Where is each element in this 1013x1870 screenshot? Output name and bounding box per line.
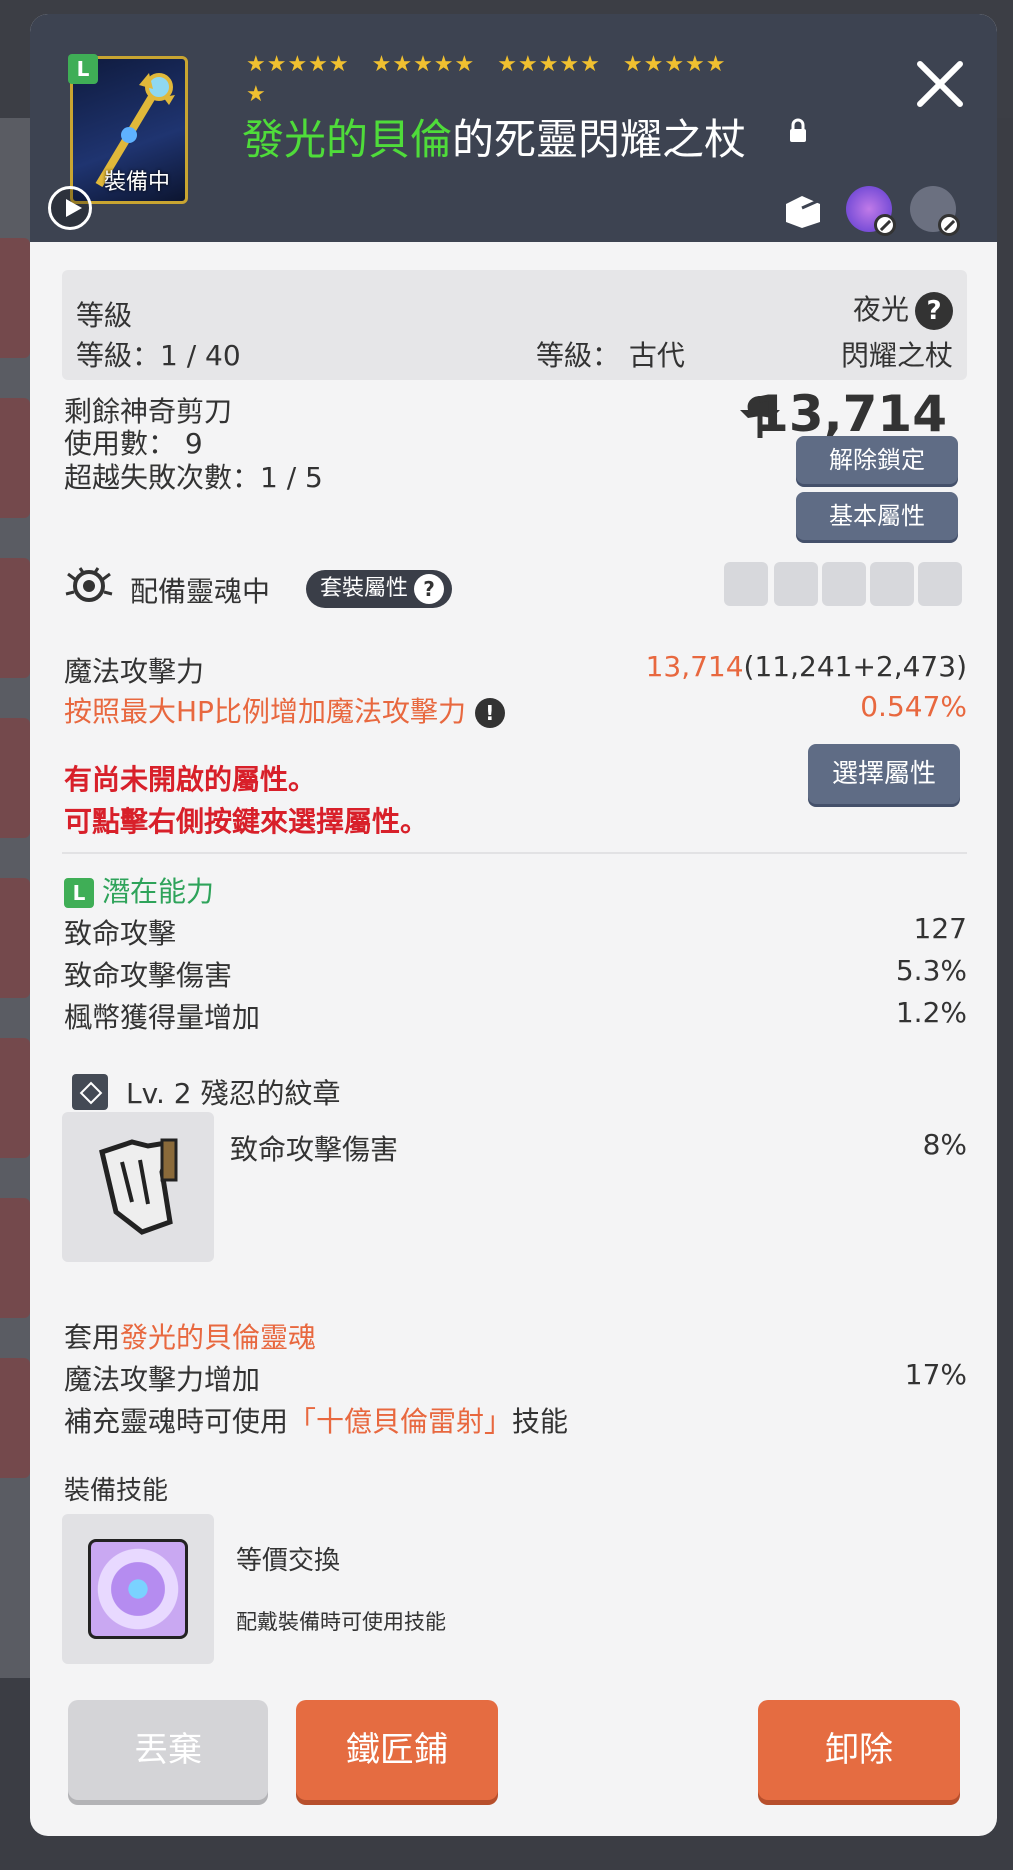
potential-badge: L (64, 878, 94, 908)
equip-skill-desc: 配戴裝備時可使用技能 (236, 1610, 446, 1634)
emblem-icon (72, 1074, 108, 1110)
soul-label: 配備靈魂中 (130, 575, 271, 608)
soul-magic-value: 17% (904, 1358, 967, 1391)
unlock-button[interactable]: 解除鎖定 (796, 436, 958, 484)
star-group: ★★★★★ (622, 52, 727, 77)
lock-icon (790, 118, 806, 142)
job-class-label: 夜光 (852, 293, 909, 326)
soul-set-title: 套用發光的貝倫靈魂 (64, 1316, 316, 1356)
base-stats-button[interactable]: 基本屬性 (796, 492, 958, 540)
item-title-name: 的死靈閃耀之杖 (452, 115, 747, 164)
scissors-count: 使用數： 9 (64, 427, 203, 460)
discard-button[interactable]: 丟棄 (68, 1700, 268, 1800)
emblem-image (62, 1112, 214, 1262)
soul-icon (65, 567, 113, 602)
scissors-label: 剩餘神奇剪刀 (64, 395, 233, 428)
potential-heading: L 潛在能力 (64, 870, 214, 910)
potential-row-label: 致命攻擊傷害 (64, 959, 233, 992)
level-info-box: 等級 等級：1 / 40 等級： 古代 夜光? 閃耀之杖 (62, 270, 967, 380)
share-icon[interactable] (780, 186, 826, 232)
help-icon: ? (414, 574, 445, 604)
item-header: L 裝備中 ★★★★★ ★★★★★ ★★★★★ ★★★★★ ★ 發光的貝倫的死靈… (30, 14, 997, 242)
item-title: 發光的貝倫的死靈閃耀之杖 (242, 106, 746, 167)
set-stats-label: 套裝屬性 (320, 576, 409, 601)
magic-attack-value: 13,714(11,241+2,473) (646, 650, 967, 683)
info-icon[interactable]: ! (474, 698, 505, 728)
sword-icon (724, 562, 768, 606)
soul-skill-line: 補充靈魂時可使用「十億貝倫雷射」技能 (64, 1400, 568, 1440)
potential-row-value: 5.3% (895, 954, 967, 987)
pants-icon (918, 562, 962, 606)
level-heading: 等級 (76, 299, 133, 332)
emblem-stat-label: 致命攻擊傷害 (230, 1133, 399, 1166)
skill-rune-icon (88, 1539, 188, 1639)
emblem-stat-value: 8% (922, 1128, 967, 1161)
potential-title: 潛在能力 (102, 875, 215, 908)
hp-ratio-value: 0.547% (860, 690, 967, 723)
hp-ratio-label: 按照最大HP比例增加魔法攻擊力 ! (64, 690, 505, 730)
potential-row-value: 127 (913, 912, 967, 945)
star-group: ★★★★★ (246, 52, 350, 77)
star-force-stars: ★★★★★ ★★★★★ ★★★★★ ★★★★★ ★ (246, 50, 776, 110)
potential-grade-badge: L (68, 54, 98, 84)
star-group: ★★★★★ (497, 52, 601, 77)
job-class: 夜光? (853, 288, 953, 330)
soul-set-prefix: 套用 (64, 1321, 121, 1354)
soul-name: 發光的貝倫靈魂 (120, 1321, 317, 1354)
skill-image (62, 1514, 214, 1664)
exchange-icon[interactable] (910, 186, 960, 236)
soul-skill-name: 「十億貝倫雷射」 (288, 1405, 513, 1438)
equip-skill-heading: 裝備技能 (64, 1476, 169, 1506)
close-icon[interactable] (910, 54, 970, 114)
star-group: ★★★★★ (371, 52, 476, 77)
background-inventory-strip (0, 118, 30, 1678)
divider (62, 852, 967, 854)
hp-ratio-text: 按照最大HP比例增加魔法攻擊力 (64, 695, 466, 728)
warning-line-2: 可點擊右側按鍵來選擇屬性。 (64, 805, 429, 838)
item-title-prefix: 發光的貝倫 (242, 115, 453, 164)
help-icon[interactable]: ? (915, 292, 953, 330)
fail-count: 超越失敗次數：1 / 5 (64, 461, 323, 494)
warning-line-1: 有尚未開啟的屬性。 (64, 763, 317, 796)
grade-value: 等級： 古代 (536, 339, 685, 372)
magic-attack-total: 13,714 (645, 650, 744, 683)
soul-skill-suffix: 技能 (512, 1405, 569, 1438)
weapon-type: 閃耀之杖 (840, 339, 953, 372)
magic-attack-breakdown: (11,241+2,473) (743, 650, 967, 683)
potential-row-value: 1.2% (895, 996, 967, 1029)
blacksmith-button[interactable]: 鐵匠鋪 (296, 1700, 498, 1800)
magic-attack-label: 魔法攻擊力 (64, 655, 205, 688)
preview-play-button[interactable] (48, 186, 92, 230)
level-value: 等級：1 / 40 (76, 339, 241, 372)
star-group: ★ (246, 82, 267, 107)
disabled-icon (938, 214, 960, 236)
combat-power-value: 13,714 (754, 385, 947, 443)
set-stats-badge[interactable]: 套裝屬性? (306, 570, 453, 608)
potential-row-label: 楓幣獲得量增加 (64, 1001, 261, 1034)
equipped-label: 裝備中 (104, 170, 171, 195)
select-attribute-button[interactable]: 選擇屬性 (808, 744, 960, 804)
pendant-icon (870, 562, 914, 606)
disabled-icon (874, 214, 896, 236)
unequip-button[interactable]: 卸除 (758, 1700, 960, 1800)
equipment-transfer-icon[interactable] (846, 186, 896, 236)
glove-icon (822, 562, 866, 606)
soul-magic-label: 魔法攻擊力增加 (64, 1363, 261, 1396)
item-detail-panel: L 裝備中 ★★★★★ ★★★★★ ★★★★★ ★★★★★ ★ 發光的貝倫的死靈… (30, 14, 997, 1836)
claw-icon (99, 1138, 178, 1235)
helmet-icon (774, 562, 818, 606)
emblem-title: Lv. 2 殘忍的紋章 (126, 1077, 341, 1110)
potential-row-label: 致命攻擊 (64, 917, 177, 950)
equip-skill-name: 等價交換 (236, 1546, 341, 1576)
soul-skill-prefix: 補充靈魂時可使用 (64, 1405, 289, 1438)
